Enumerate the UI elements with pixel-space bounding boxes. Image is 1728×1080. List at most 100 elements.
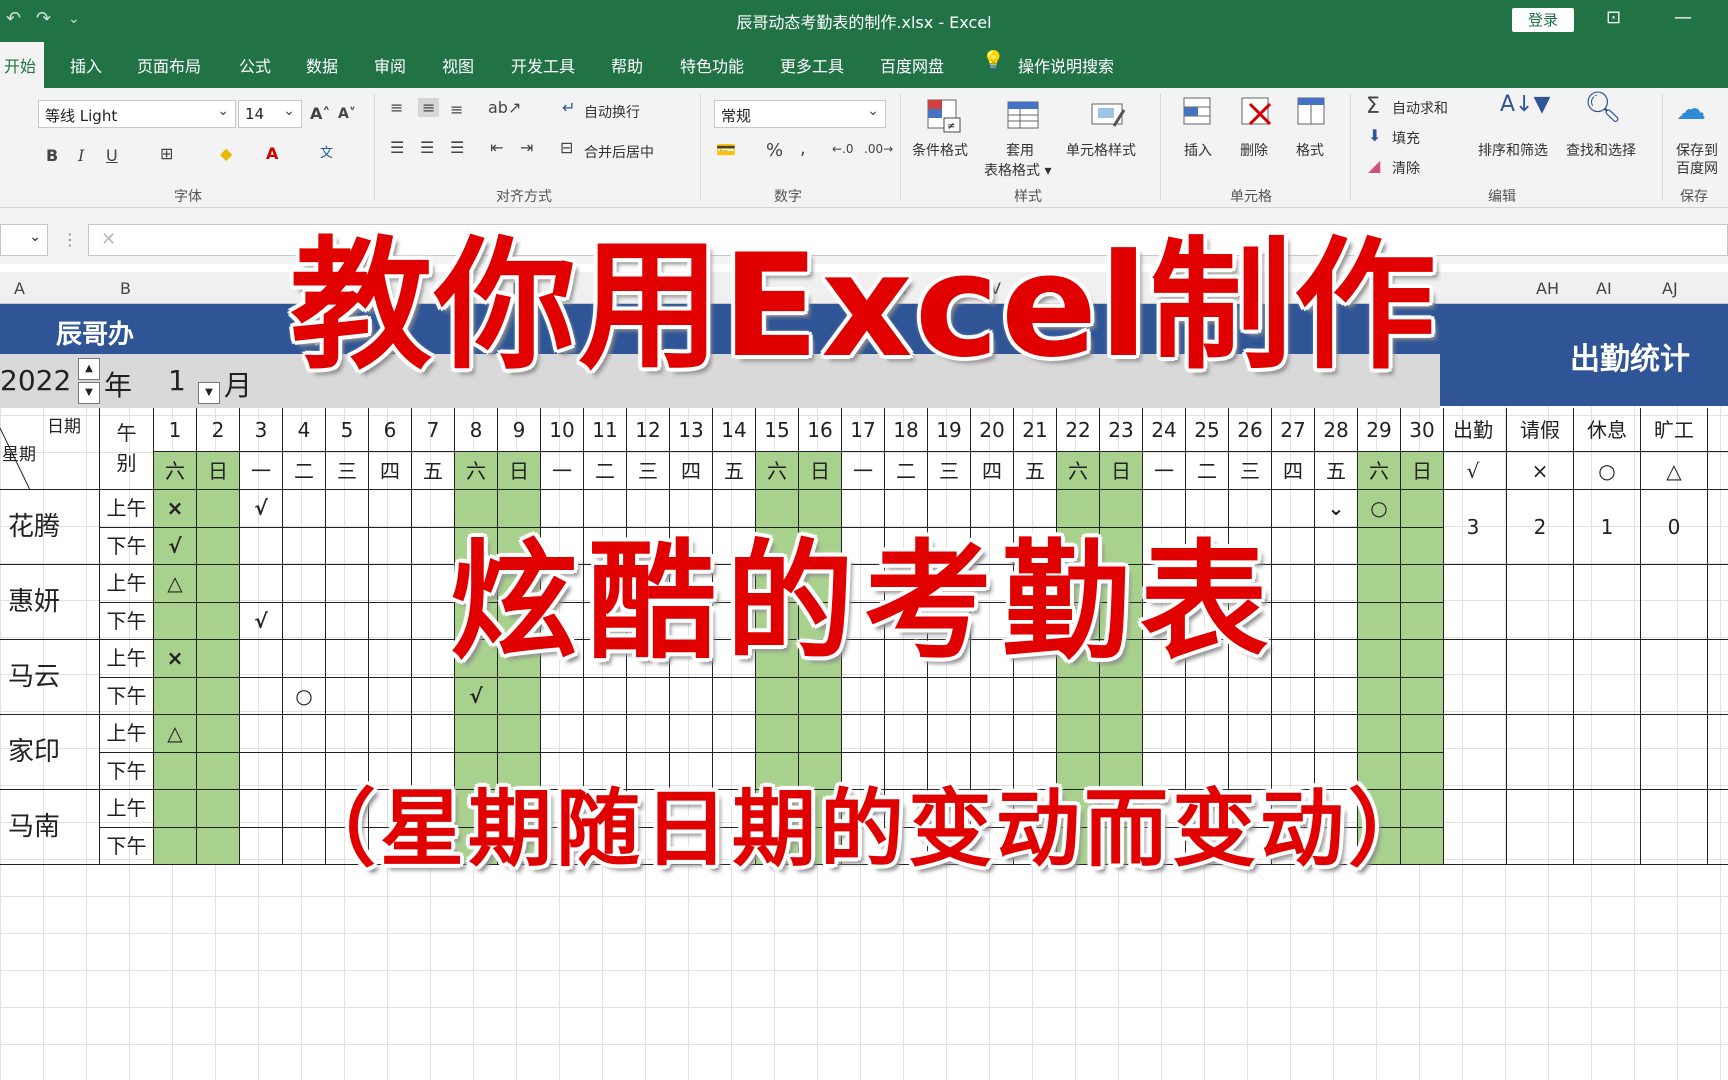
weekday-cell[interactable]: 五 bbox=[412, 452, 455, 490]
border-icon[interactable]: ⊞ bbox=[160, 144, 173, 163]
weekday-cell[interactable]: 一 bbox=[1143, 452, 1186, 490]
weekday-cell[interactable]: 三 bbox=[928, 452, 971, 490]
attendance-cell[interactable]: ○ bbox=[283, 677, 326, 715]
day-number-cell[interactable]: 26 bbox=[1229, 408, 1272, 452]
align-top-icon[interactable]: ≡ bbox=[390, 98, 403, 117]
stat-symbol-cell[interactable]: √ bbox=[1440, 452, 1507, 490]
login-button[interactable]: 登录 bbox=[1512, 8, 1574, 32]
stat-label-cell[interactable]: 旷工 bbox=[1641, 408, 1708, 452]
day-number-cell[interactable]: 10 bbox=[541, 408, 584, 452]
day-number-cell[interactable]: 4 bbox=[283, 408, 326, 452]
align-middle-icon[interactable]: ≡ bbox=[418, 98, 440, 117]
day-number-cell[interactable]: 20 bbox=[971, 408, 1014, 452]
tab-special-features[interactable]: 特色功能 bbox=[680, 53, 744, 77]
attendance-cell[interactable] bbox=[928, 677, 971, 715]
day-number-cell[interactable]: 12 bbox=[627, 408, 670, 452]
attendance-cell[interactable] bbox=[1401, 715, 1444, 753]
attendance-cell[interactable] bbox=[541, 677, 584, 715]
currency-icon[interactable]: 💳 bbox=[716, 140, 736, 159]
weekday-cell[interactable]: 五 bbox=[1315, 452, 1358, 490]
tab-data[interactable]: 数据 bbox=[306, 53, 338, 77]
weekday-cell[interactable]: 日 bbox=[197, 452, 240, 490]
tab-developer[interactable]: 开发工具 bbox=[511, 53, 575, 77]
sort-filter-button[interactable]: 排序和筛选 bbox=[1478, 140, 1548, 160]
save-baidu-button[interactable]: 保存到 bbox=[1676, 140, 1718, 160]
attendance-cell[interactable] bbox=[412, 677, 455, 715]
wrap-text-button[interactable]: 自动换行 bbox=[584, 102, 640, 122]
merge-center-button[interactable]: 合并后居中 bbox=[584, 142, 654, 162]
attendance-cell[interactable] bbox=[1143, 677, 1186, 715]
conditional-format-button[interactable]: 条件格式 bbox=[912, 140, 968, 160]
increase-indent-icon[interactable]: ⇥ bbox=[520, 138, 533, 157]
stat-label-cell[interactable]: 请假 bbox=[1507, 408, 1574, 452]
weekday-cell[interactable]: 日 bbox=[1401, 452, 1444, 490]
weekday-cell[interactable]: 六 bbox=[1057, 452, 1100, 490]
attendance-cell[interactable] bbox=[1143, 715, 1186, 753]
find-select-button[interactable]: 查找和选择 bbox=[1566, 140, 1636, 160]
day-number-cell[interactable]: 29 bbox=[1358, 408, 1401, 452]
attendance-cell[interactable] bbox=[1315, 677, 1358, 715]
stat-symbol-cell[interactable]: × bbox=[1507, 452, 1574, 490]
decrease-indent-icon[interactable]: ⇤ bbox=[490, 138, 503, 157]
day-number-cell[interactable]: 16 bbox=[799, 408, 842, 452]
attendance-cell[interactable] bbox=[197, 715, 240, 753]
attendance-cell[interactable] bbox=[971, 677, 1014, 715]
autosum-button[interactable]: 自动求和 bbox=[1392, 98, 1448, 118]
weekday-cell[interactable]: 一 bbox=[541, 452, 584, 490]
weekday-cell[interactable]: 一 bbox=[240, 452, 283, 490]
weekday-cell[interactable]: 五 bbox=[1014, 452, 1057, 490]
attendance-cell[interactable] bbox=[1057, 677, 1100, 715]
weekday-cell[interactable]: 日 bbox=[799, 452, 842, 490]
weekday-cell[interactable]: 六 bbox=[1358, 452, 1401, 490]
attendance-cell[interactable] bbox=[240, 677, 283, 715]
attendance-cell[interactable] bbox=[885, 677, 928, 715]
attendance-cell[interactable] bbox=[1401, 677, 1444, 715]
attendance-cell[interactable] bbox=[326, 677, 369, 715]
attendance-cell[interactable] bbox=[1229, 677, 1272, 715]
day-number-cell[interactable]: 13 bbox=[670, 408, 713, 452]
weekday-cell[interactable]: 六 bbox=[154, 452, 197, 490]
insert-cells-button[interactable]: 插入 bbox=[1184, 140, 1212, 160]
attendance-cell[interactable] bbox=[1100, 677, 1143, 715]
weekday-cell[interactable]: 四 bbox=[1272, 452, 1315, 490]
fill-color-icon[interactable]: ◆ bbox=[220, 144, 232, 163]
format-cells-button[interactable]: 格式 bbox=[1296, 140, 1324, 160]
phonetic-guide-icon[interactable]: 文 bbox=[320, 142, 333, 161]
attendance-cell[interactable] bbox=[1315, 715, 1358, 753]
attendance-cell[interactable] bbox=[627, 715, 670, 753]
attendance-cell[interactable] bbox=[1229, 715, 1272, 753]
attendance-cell[interactable] bbox=[1186, 715, 1229, 753]
weekday-cell[interactable]: 日 bbox=[1100, 452, 1143, 490]
font-size-select[interactable]: 14 ⌄ bbox=[238, 100, 302, 128]
tab-page-layout[interactable]: 页面布局 bbox=[137, 53, 201, 77]
increase-decimal-icon[interactable]: ←.0 bbox=[832, 142, 854, 156]
align-left-icon[interactable]: ☰ bbox=[390, 138, 404, 157]
attendance-cell[interactable] bbox=[799, 715, 842, 753]
attendance-cell[interactable] bbox=[584, 677, 627, 715]
day-number-cell[interactable]: 30 bbox=[1401, 408, 1444, 452]
attendance-cell[interactable] bbox=[713, 677, 756, 715]
weekday-cell[interactable]: 二 bbox=[1186, 452, 1229, 490]
stat-label-cell[interactable]: 出勤 bbox=[1440, 408, 1507, 452]
attendance-cell[interactable] bbox=[1100, 715, 1143, 753]
weekday-cell[interactable]: 二 bbox=[885, 452, 928, 490]
attendance-cell[interactable] bbox=[584, 715, 627, 753]
day-number-cell[interactable]: 2 bbox=[197, 408, 240, 452]
weekday-cell[interactable]: 四 bbox=[369, 452, 412, 490]
attendance-cell[interactable] bbox=[1057, 715, 1100, 753]
tab-review[interactable]: 审阅 bbox=[374, 53, 406, 77]
tab-insert[interactable]: 插入 bbox=[70, 53, 102, 77]
attendance-cell[interactable] bbox=[799, 677, 842, 715]
weekday-cell[interactable]: 一 bbox=[842, 452, 885, 490]
increase-font-icon[interactable]: A˄ bbox=[310, 104, 330, 123]
day-number-cell[interactable]: 19 bbox=[928, 408, 971, 452]
attendance-cell[interactable]: △ bbox=[154, 715, 197, 753]
stat-label-cell[interactable]: 休息 bbox=[1574, 408, 1641, 452]
align-right-icon[interactable]: ☰ bbox=[450, 138, 464, 157]
comma-icon[interactable]: , bbox=[800, 138, 806, 159]
attendance-cell[interactable] bbox=[498, 715, 541, 753]
weekday-cell[interactable]: 四 bbox=[971, 452, 1014, 490]
attendance-cell[interactable] bbox=[369, 715, 412, 753]
merge-center-icon[interactable]: ⊟ bbox=[560, 138, 573, 157]
underline-icon[interactable]: U bbox=[106, 146, 118, 165]
